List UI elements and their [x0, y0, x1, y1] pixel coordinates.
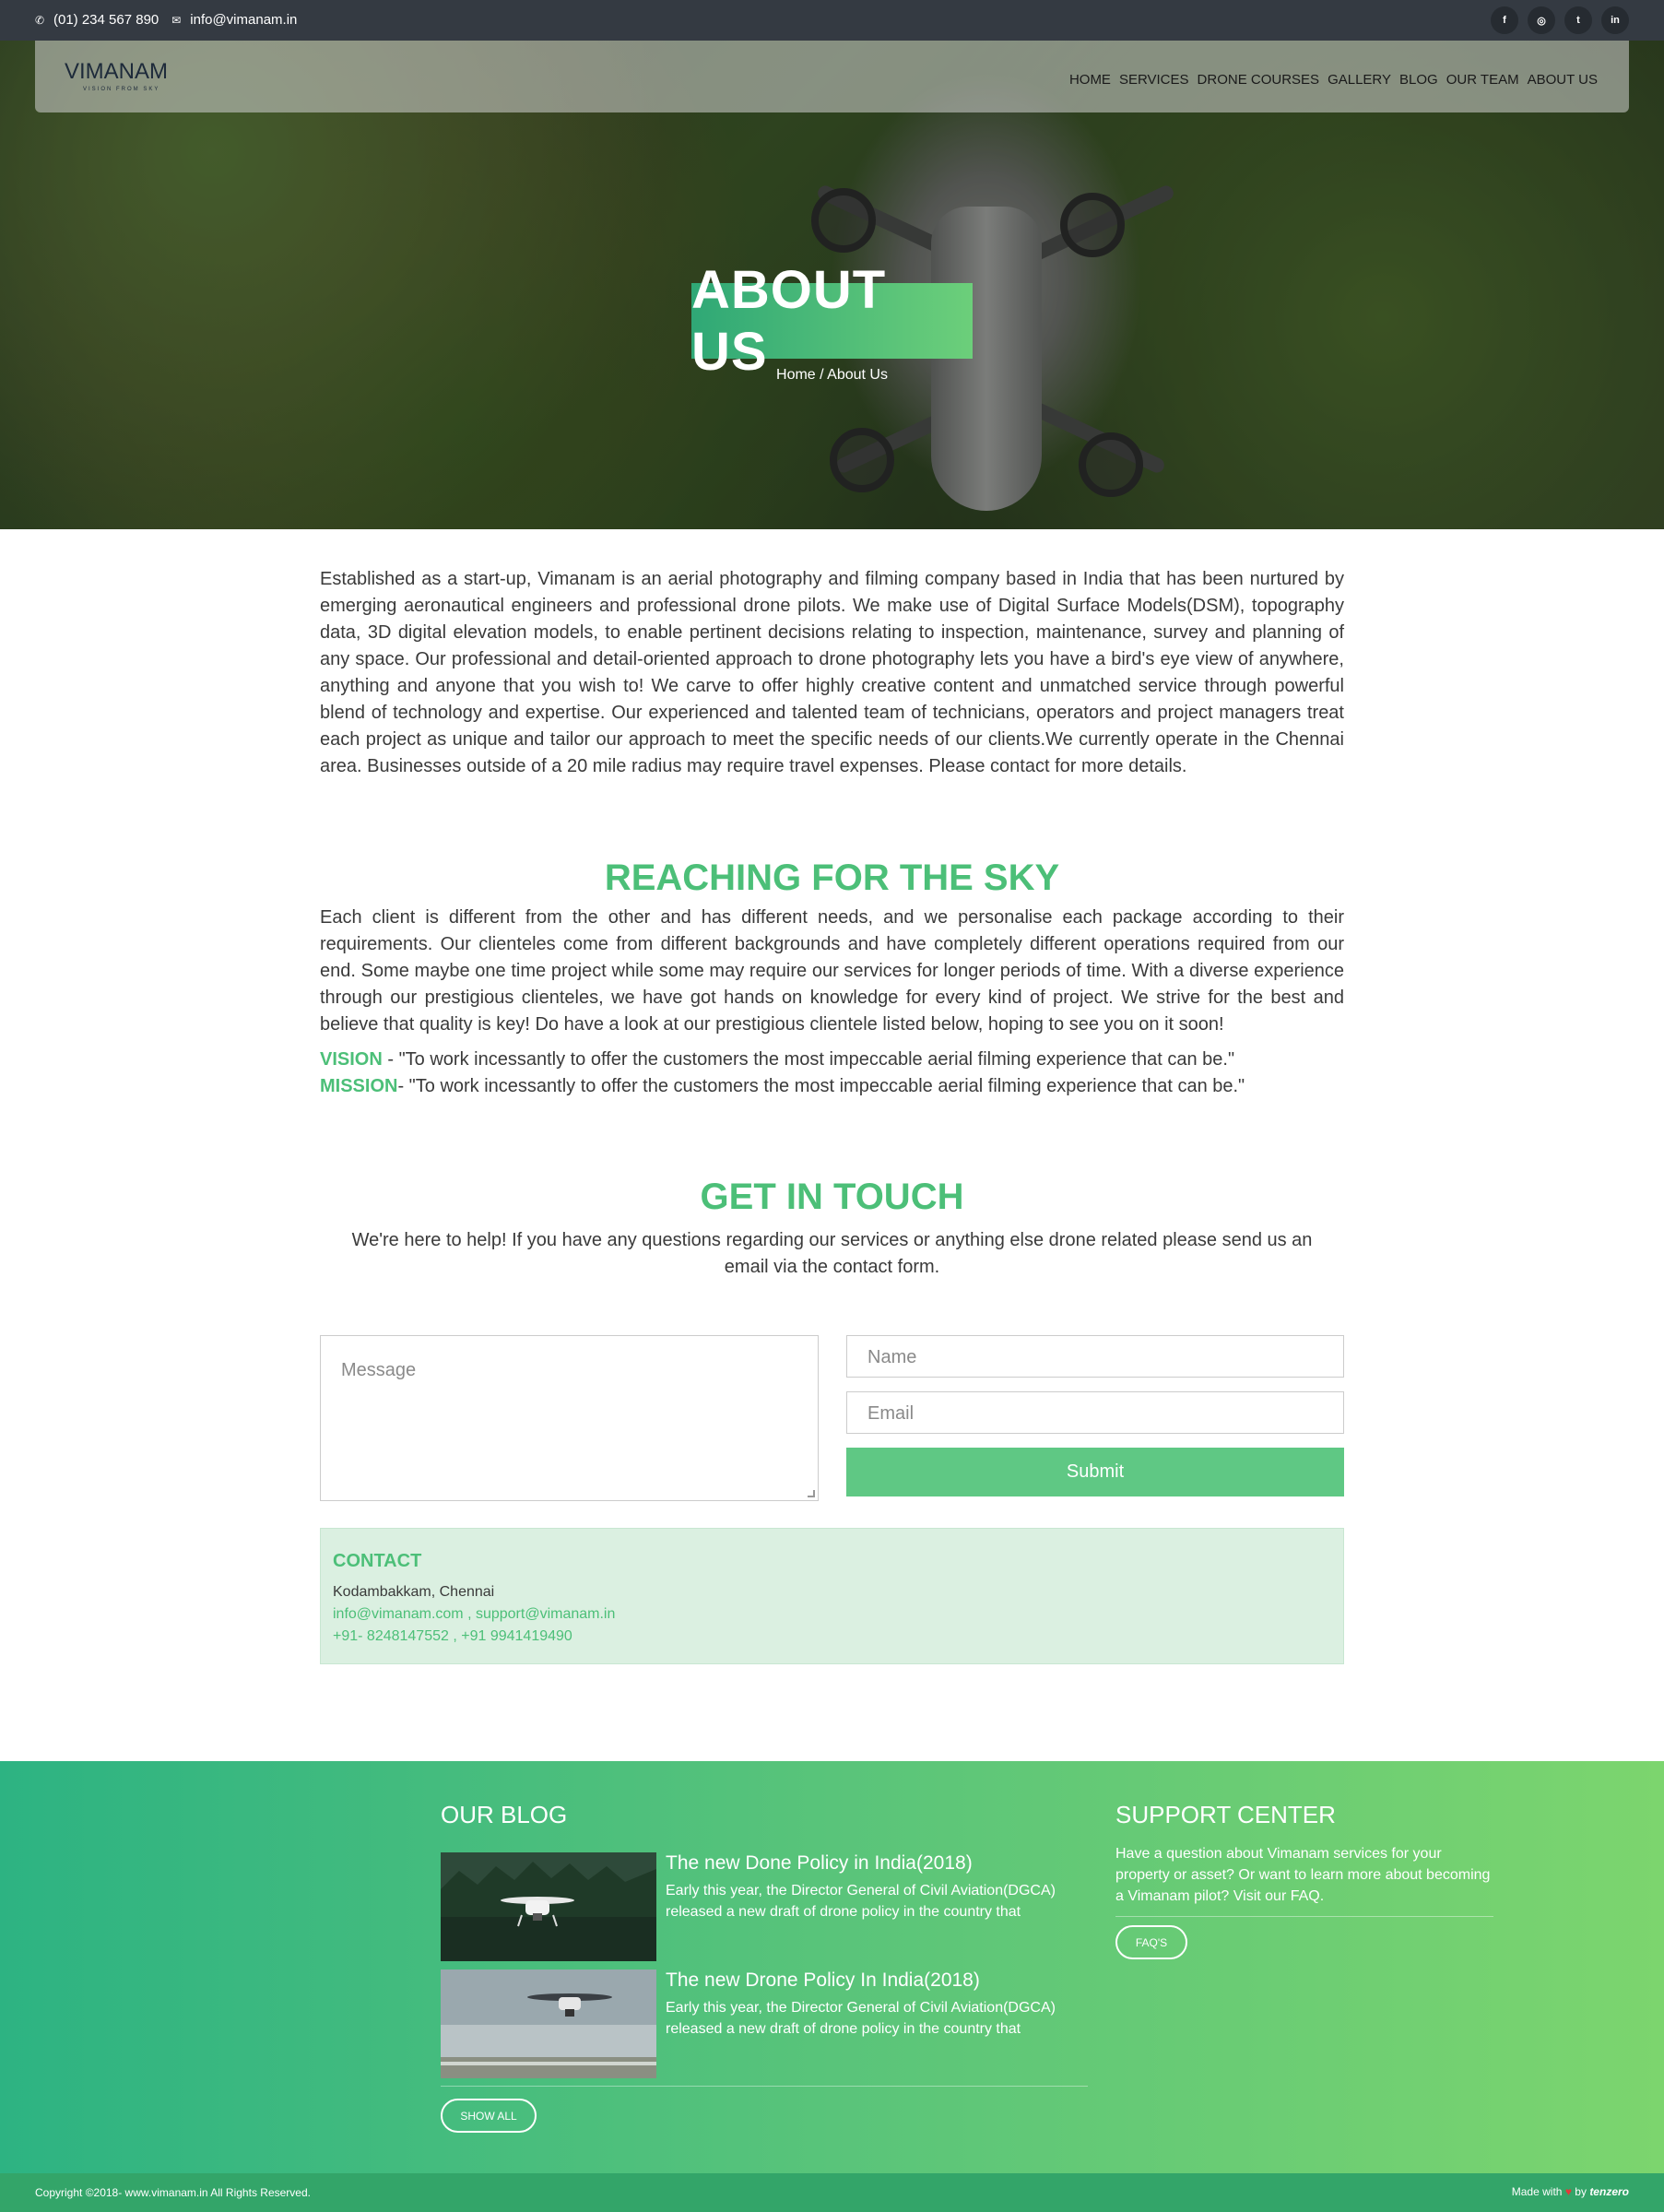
envelope-icon: ✉	[171, 13, 182, 27]
email-input[interactable]: Email	[846, 1391, 1344, 1434]
blog-post[interactable]: The new Drone Policy In India(2018) Earl…	[441, 1970, 1086, 2078]
nav-gallery[interactable]: GALLERY	[1328, 72, 1391, 88]
brand-link[interactable]: tenzero	[1589, 2185, 1629, 2198]
email-link[interactable]: ✉ info@vimanam.in	[171, 12, 297, 28]
nav-services[interactable]: SERVICES	[1119, 72, 1189, 88]
contact-emails[interactable]: info@vimanam.com , support@vimanam.in	[333, 1603, 1331, 1626]
top-contact: ✆ (01) 234 567 890 ✉ info@vimanam.in	[35, 12, 297, 28]
made-with-text: Made with	[1511, 2185, 1563, 2198]
email-text: info@vimanam.in	[190, 12, 298, 28]
submit-button[interactable]: Submit	[846, 1448, 1344, 1496]
bottom-bar: Copyright ©2018- www.vimanam.in All Righ…	[0, 2173, 1664, 2212]
support-divider	[1115, 1916, 1493, 1917]
mission-text: - "To work incessantly to offer the cust…	[397, 1076, 1245, 1096]
blog-heading: OUR BLOG	[441, 1801, 568, 1828]
logo-wordmark: VIMANAM	[65, 59, 169, 84]
phone-text: (01) 234 567 890	[53, 12, 159, 28]
touch-paragraph: We're here to help! If you have any ques…	[351, 1230, 1313, 1277]
phone-icon: ✆	[35, 13, 45, 27]
reaching-paragraph: Each client is different from the other …	[320, 907, 1344, 1035]
linkedin-icon[interactable]: in	[1601, 6, 1629, 34]
blog-divider	[441, 2086, 1088, 2087]
nav-menu: HOME SERVICES DRONE COURSES GALLERY BLOG…	[1069, 72, 1598, 88]
message-placeholder: Message	[341, 1360, 417, 1380]
page-title: ABOUT US	[691, 260, 887, 382]
heart-icon: ♥	[1564, 2185, 1572, 2198]
show-all-button[interactable]: SHOW ALL	[441, 2099, 537, 2133]
facebook-icon[interactable]: f	[1491, 6, 1518, 34]
support-text: Have a question about Vimanam services f…	[1115, 1846, 1491, 1904]
contact-heading: CONTACT	[333, 1551, 422, 1571]
main-navbar: VIMANAM VISION FROM SKY HOME SERVICES DR…	[35, 41, 1629, 112]
touch-section: GET IN TOUCH We're here to help! If you …	[320, 1177, 1344, 1281]
copyright-text: Copyright ©2018- www.vimanam.in All Righ…	[35, 2186, 311, 2199]
nav-drone-courses[interactable]: DRONE COURSES	[1198, 72, 1320, 88]
vision-label: VISION	[320, 1049, 383, 1070]
blog-post-title[interactable]: The new Drone Policy In India(2018)	[666, 1970, 980, 1992]
support-heading: SUPPORT CENTER	[1115, 1801, 1336, 1828]
blog-post-excerpt: Early this year, the Director General of…	[666, 2000, 1056, 2037]
breadcrumb: Home / About Us	[776, 367, 888, 383]
blog-thumbnail[interactable]	[441, 1970, 656, 2078]
contact-form: Message Name Email Submit	[320, 1335, 1344, 1503]
social-links: f ◎ t in	[1491, 6, 1629, 34]
blog-post-excerpt: Early this year, the Director General of…	[666, 1883, 1056, 1920]
site-logo[interactable]: VIMANAM VISION FROM SKY	[65, 59, 175, 96]
by-text: by	[1575, 2185, 1587, 2198]
nav-blog[interactable]: BLOG	[1399, 72, 1438, 88]
vision-text: - "To work incessantly to offer the cust…	[382, 1049, 1235, 1070]
message-textarea[interactable]: Message	[320, 1335, 819, 1501]
intro-paragraph: Established as a start-up, Vimanam is an…	[320, 569, 1344, 776]
blog-post-title[interactable]: The new Done Policy in India(2018)	[666, 1852, 973, 1875]
blog-thumbnail[interactable]	[441, 1852, 656, 1961]
resize-handle-icon[interactable]	[808, 1490, 815, 1497]
nav-about-us[interactable]: ABOUT US	[1528, 72, 1598, 88]
twitter-icon[interactable]: t	[1564, 6, 1592, 34]
nav-our-team[interactable]: OUR TEAM	[1446, 72, 1519, 88]
faq-button[interactable]: FAQ'S	[1115, 1925, 1187, 1959]
blog-post[interactable]: The new Done Policy in India(2018) Early…	[441, 1852, 1086, 1961]
contact-address: Kodambakkam, Chennai	[333, 1584, 495, 1600]
footer: OUR BLOG The new Done Policy in India(20…	[0, 1761, 1664, 2173]
intro-section: Established as a start-up, Vimanam is an…	[320, 566, 1344, 780]
nav-home[interactable]: HOME	[1069, 72, 1111, 88]
contact-info-box: CONTACT Kodambakkam, Chennai info@vimana…	[320, 1528, 1344, 1664]
top-bar: ✆ (01) 234 567 890 ✉ info@vimanam.in f ◎ t…	[0, 0, 1664, 41]
phone-link[interactable]: ✆ (01) 234 567 890	[35, 12, 159, 28]
instagram-icon[interactable]: ◎	[1528, 6, 1555, 34]
logo-tagline: VISION FROM SKY	[83, 87, 160, 92]
made-with: Made with ♥ by tenzero	[1512, 2185, 1629, 2198]
mission-label: MISSION	[320, 1076, 398, 1096]
contact-phones[interactable]: +91- 8248147552 , +91 9941419490	[333, 1626, 1331, 1648]
mission-line: MISSION- "To work incessantly to offer t…	[320, 1073, 1344, 1100]
touch-heading: GET IN TOUCH	[700, 1177, 964, 1217]
name-input[interactable]: Name	[846, 1335, 1344, 1378]
page-title-box: ABOUT US	[691, 260, 973, 382]
vision-line: VISION - "To work incessantly to offer t…	[320, 1047, 1344, 1073]
reaching-section: REACHING FOR THE SKY Each client is diff…	[320, 858, 1344, 1100]
reaching-heading: REACHING FOR THE SKY	[604, 858, 1060, 898]
